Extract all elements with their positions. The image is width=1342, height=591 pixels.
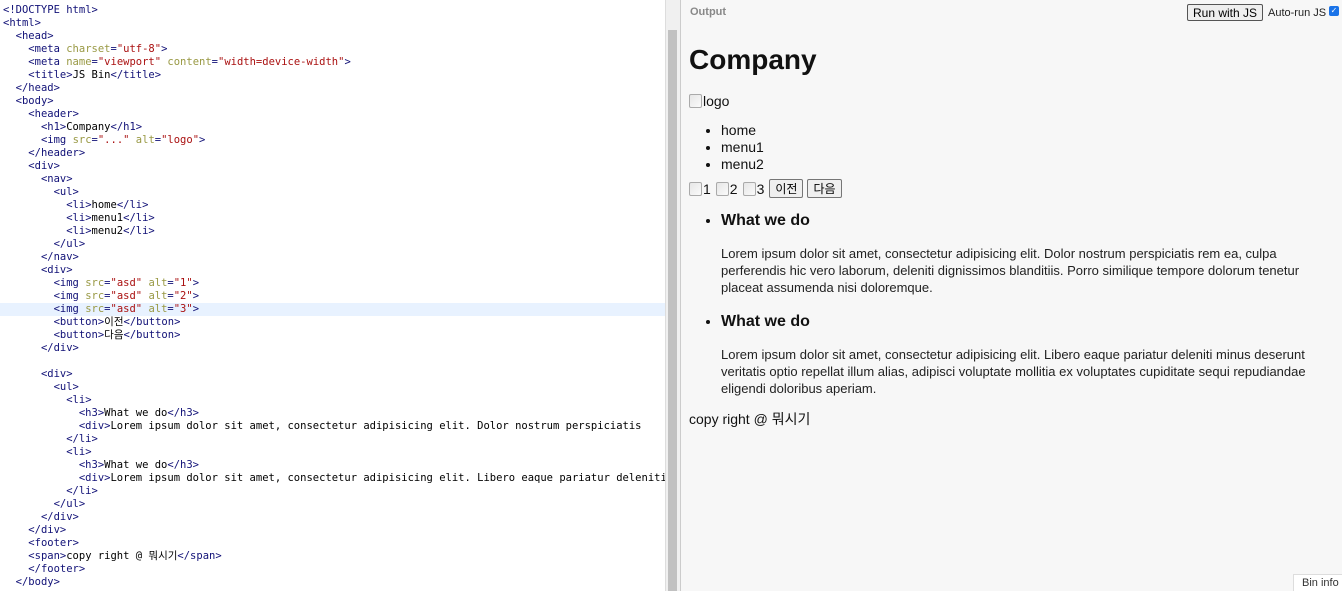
code-line[interactable]: </nav> [0,251,665,264]
code-line[interactable]: <h3>What we do</h3> [0,459,665,472]
code-line[interactable]: <img src="..." alt="logo"> [0,134,665,147]
prev-button[interactable]: 이전 [769,179,804,198]
code-line[interactable]: </ul> [0,498,665,511]
list-item: What we do Lorem ipsum dolor sit amet, c… [721,211,1334,296]
item-title: What we do [721,313,810,330]
code-line[interactable]: </ul> [0,238,665,251]
slide-alt-text: 3 [756,180,765,197]
bin-info-tab[interactable]: Bin info [1293,574,1342,591]
rendered-document: Company logo home menu1 menu2 1 2 3 이전 [689,40,1334,429]
run-with-js-button[interactable]: Run with JS [1187,4,1264,21]
code-line[interactable]: <div> [0,264,665,277]
broken-image-icon [742,181,756,196]
code-line[interactable]: </body> [0,576,665,589]
code-line[interactable]: <button>이전</button> [0,316,665,329]
nav-menu: home menu1 menu2 [689,122,1334,173]
code-line[interactable]: <head> [0,30,665,43]
code-line[interactable]: </head> [0,82,665,95]
autorun-label: Auto-run JS [1268,7,1327,19]
slider: 1 2 3 이전 다음 [689,178,1334,199]
nav-item-menu1[interactable]: menu1 [721,139,1334,156]
code-line[interactable]: <body> [0,95,665,108]
code-line[interactable]: <meta charset="utf-8"> [0,43,665,56]
code-line[interactable]: <h3>What we do</h3> [0,407,665,420]
slide-alt-text: 1 [703,180,711,197]
code-line[interactable]: <li>home</li> [0,199,665,212]
code-line[interactable]: <img src="asd" alt="3"> [0,303,665,316]
output-panel: Output Run with JS Auto-run JS ✓ Company… [680,0,1342,591]
code-line[interactable]: <html> [0,17,665,30]
code-line[interactable]: <!DOCTYPE html> [0,4,665,17]
slide-image-2: 2 [715,180,738,197]
code-line[interactable]: <meta name="viewport" content="width=dev… [0,56,665,69]
code-line[interactable]: <li> [0,446,665,459]
code-line[interactable]: <img src="asd" alt="2"> [0,290,665,303]
list-item: What we do Lorem ipsum dolor sit amet, c… [721,312,1334,397]
broken-image-icon [689,94,702,108]
code-line[interactable]: </footer> [0,563,665,576]
broken-image-icon [689,181,702,196]
code-line[interactable]: </div> [0,511,665,524]
code-line[interactable]: </li> [0,485,665,498]
code-lines[interactable]: <!DOCTYPE html> <html> <head> <meta chars… [0,4,665,589]
code-line[interactable]: <nav> [0,173,665,186]
code-line[interactable]: <ul> [0,381,665,394]
code-line[interactable]: <div> [0,368,665,381]
code-line[interactable]: <div>Lorem ipsum dolor sit amet, consect… [0,472,665,485]
item-text: Lorem ipsum dolor sit amet, consectetur … [721,347,1306,396]
content-list: What we do Lorem ipsum dolor sit amet, c… [689,211,1334,397]
logo-image: logo [689,92,1334,110]
html-code-editor[interactable]: <!DOCTYPE html> <html> <head> <meta chars… [0,0,665,591]
code-line[interactable]: <img src="asd" alt="1"> [0,277,665,290]
code-line[interactable]: <ul> [0,186,665,199]
code-line[interactable]: <button>다음</button> [0,329,665,342]
autorun-checkbox[interactable]: ✓ [1329,6,1339,16]
slide-image-3: 3 [742,180,765,197]
editor-scrollbar[interactable] [668,30,677,591]
item-text: Lorem ipsum dolor sit amet, consectetur … [721,246,1300,295]
code-line[interactable]: </div> [0,524,665,537]
code-line[interactable]: </div> [0,342,665,355]
item-title: What we do [721,212,810,229]
code-line[interactable]: <div>Lorem ipsum dolor sit amet, consect… [0,420,665,433]
code-line[interactable]: <title>JS Bin</title> [0,69,665,82]
code-line[interactable]: </header> [0,147,665,160]
code-line[interactable]: <span>copy right @ 뭐시기</span> [0,550,665,563]
code-line[interactable]: <li>menu2</li> [0,225,665,238]
code-line[interactable]: <header> [0,108,665,121]
output-toolbar: Output Run with JS Auto-run JS ✓ [681,0,1342,24]
page-heading: Company [689,44,817,75]
code-line[interactable]: </li> [0,433,665,446]
next-button[interactable]: 다음 [807,179,842,198]
code-line[interactable]: <h1>Company</h1> [0,121,665,134]
code-line[interactable]: <li> [0,394,665,407]
slide-image-1: 1 [689,181,711,197]
logo-alt-text: logo [703,93,730,109]
footer-text: copy right @ 뭐시기 [689,411,811,427]
slide-alt-text: 2 [729,180,738,197]
code-line[interactable]: <div> [0,160,665,173]
nav-item-menu2[interactable]: menu2 [721,156,1334,173]
code-line[interactable]: <footer> [0,537,665,550]
panel-splitter[interactable] [665,0,680,591]
output-title: Output [690,6,727,18]
nav-item-home[interactable]: home [721,122,1334,139]
code-line[interactable]: <li>menu1</li> [0,212,665,225]
broken-image-icon [715,181,729,196]
code-line[interactable] [0,355,665,368]
